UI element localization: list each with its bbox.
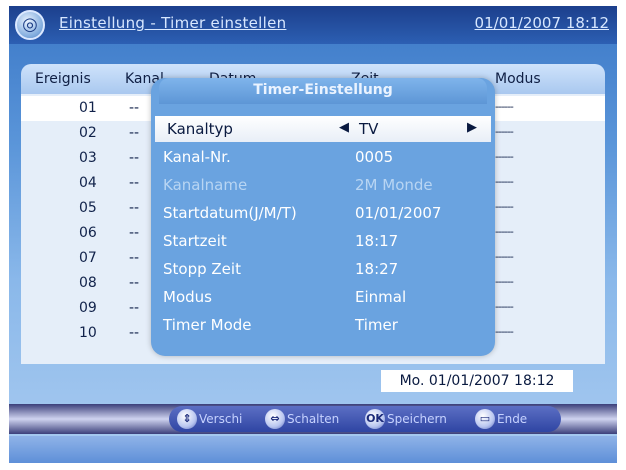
- event-mode: ------: [495, 100, 514, 113]
- field-channel-type[interactable]: Kanaltyp ◀ TV ▶: [155, 116, 491, 142]
- field-label: Modus: [163, 288, 212, 306]
- footer-label: Verschi: [199, 411, 243, 426]
- field-value: Einmal: [355, 288, 407, 306]
- timer-settings-dialog: Timer-Einstellung Kanaltyp ◀ TV ▶ Kanal-…: [151, 78, 495, 356]
- event-number: 04: [79, 175, 97, 191]
- field-value: 18:27: [355, 260, 399, 278]
- footer-item-exit[interactable]: ▭ Ende: [475, 408, 527, 430]
- event-mode: ------: [495, 275, 514, 288]
- event-mode: ------: [495, 250, 514, 263]
- event-channel: --: [129, 300, 140, 316]
- field-start-date[interactable]: Startdatum(J/M/T) 01/01/2007: [151, 200, 495, 226]
- footer-item-save[interactable]: OK Speichern: [365, 408, 447, 430]
- field-label: Kanaltyp: [167, 120, 233, 138]
- column-header-mode: Modus: [495, 71, 541, 87]
- field-label: Stopp Zeit: [163, 260, 241, 278]
- field-value: 2M Monde: [355, 176, 433, 194]
- status-datetime: Mo. 01/01/2007 18:12: [381, 370, 573, 392]
- bottom-strip: [9, 436, 617, 463]
- field-label: Startdatum(J/M/T): [163, 204, 297, 222]
- event-mode: ------: [495, 175, 514, 188]
- event-number: 05: [79, 200, 97, 216]
- event-channel: --: [129, 325, 140, 341]
- event-channel: --: [129, 175, 140, 191]
- event-number: 10: [79, 325, 97, 341]
- event-mode: ------: [495, 200, 514, 213]
- footer-help-bar: ⇕ Verschi ⇔ Schalten OK Speichern ▭ Ende: [169, 406, 561, 432]
- event-mode: ------: [495, 150, 514, 163]
- event-channel: --: [129, 200, 140, 216]
- field-channel-number[interactable]: Kanal-Nr. 0005: [151, 144, 495, 170]
- event-channel: --: [129, 250, 140, 266]
- dialog-title: Timer-Einstellung: [253, 82, 393, 98]
- field-value: 01/01/2007: [355, 204, 442, 222]
- footer-item-switch[interactable]: ⇔ Schalten: [265, 408, 339, 430]
- footer-item-move[interactable]: ⇕ Verschi: [177, 408, 242, 430]
- field-label: Kanalname: [163, 176, 248, 194]
- event-number: 01: [79, 100, 97, 116]
- tv-screen: ◎ Einstellung - Timer einstellen 01/01/2…: [9, 6, 617, 463]
- event-mode: ------: [495, 225, 514, 238]
- field-value: 18:17: [355, 232, 399, 250]
- event-number: 08: [79, 275, 97, 291]
- event-mode: ------: [495, 125, 514, 138]
- field-value: Timer: [355, 316, 398, 334]
- field-mode[interactable]: Modus Einmal: [151, 284, 495, 310]
- event-channel: --: [129, 100, 140, 116]
- event-number: 09: [79, 300, 97, 316]
- field-label: Timer Mode: [163, 316, 252, 334]
- arrow-right-icon[interactable]: ▶: [467, 120, 477, 135]
- left-right-arrow-icon: ⇔: [265, 408, 285, 429]
- event-channel: --: [129, 150, 140, 166]
- field-value: TV: [359, 120, 379, 138]
- field-start-time[interactable]: Startzeit 18:17: [151, 228, 495, 254]
- column-header-event: Ereignis: [35, 71, 91, 87]
- footer-label: Speichern: [387, 411, 447, 426]
- event-channel: --: [129, 125, 140, 141]
- field-label: Startzeit: [163, 232, 227, 250]
- field-timer-mode[interactable]: Timer Mode Timer: [151, 312, 495, 338]
- field-label: Kanal-Nr.: [163, 148, 231, 166]
- up-down-arrow-icon: ⇕: [177, 408, 197, 429]
- event-number: 07: [79, 250, 97, 266]
- field-value: 0005: [355, 148, 394, 166]
- event-mode: ------: [495, 325, 514, 338]
- event-number: 03: [79, 150, 97, 166]
- event-number: 06: [79, 225, 97, 241]
- arrow-left-icon[interactable]: ◀: [339, 120, 349, 135]
- globe-icon: ◎: [15, 10, 45, 40]
- event-channel: --: [129, 275, 140, 291]
- header-datetime: 01/01/2007 18:12: [474, 14, 609, 32]
- page-title: Einstellung - Timer einstellen: [59, 14, 287, 32]
- header-bar: ◎ Einstellung - Timer einstellen 01/01/2…: [9, 6, 617, 44]
- event-mode: ------: [495, 300, 514, 313]
- footer-label: Ende: [497, 411, 528, 426]
- footer-label: Schalten: [287, 411, 340, 426]
- ok-icon: OK: [365, 408, 385, 429]
- event-number: 02: [79, 125, 97, 141]
- field-channel-name: Kanalname 2M Monde: [151, 172, 495, 198]
- exit-icon: ▭: [475, 408, 495, 429]
- event-channel: --: [129, 225, 140, 241]
- field-stop-time[interactable]: Stopp Zeit 18:27: [151, 256, 495, 282]
